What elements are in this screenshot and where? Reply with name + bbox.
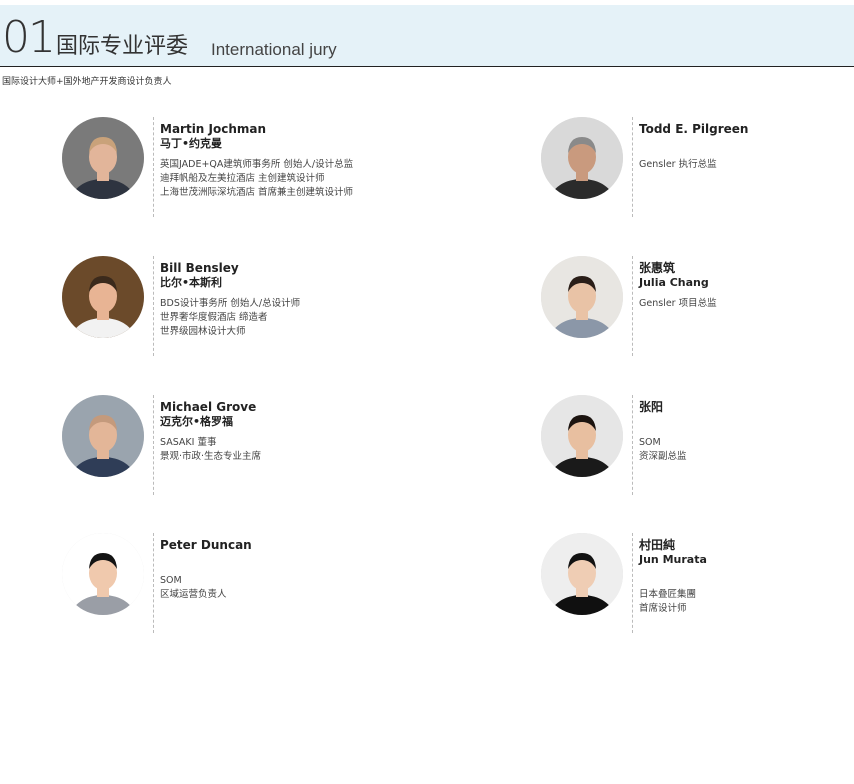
juror-description-line: BDS设计事务所 创始人/总设计师 bbox=[160, 298, 301, 309]
juror-description-line: SASAKI 董事 bbox=[160, 437, 217, 448]
juror-description: 英国JADE+QA建筑师事务所 创始人/设计总监 迪拜帆船及左美拉酒店 主创建筑设… bbox=[160, 158, 400, 200]
juror-portrait bbox=[62, 395, 144, 477]
juror-description-line: 迪拜帆船及左美拉酒店 主创建筑设计师 bbox=[160, 173, 325, 184]
card-divider bbox=[632, 533, 633, 633]
juror-card: Todd E. Pilgreen Gensler 执行总监 bbox=[541, 117, 854, 217]
juror-description-line: 上海世茂洲际深坑酒店 首席兼主创建筑设计师 bbox=[160, 187, 354, 198]
juror-card: Bill Bensley 比尔•本斯利 BDS设计事务所 创始人/总设计师 世界奢华度… bbox=[62, 256, 392, 356]
juror-name-secondary: 马丁•约克曼 bbox=[160, 137, 223, 150]
juror-description: SOM 区域运营负责人 bbox=[160, 574, 400, 602]
juror-card: Michael Grove 迈克尔•格罗福 SASAKI 董事景观·市政·生态专业主… bbox=[62, 395, 392, 495]
juror-description-line: 英国JADE+QA建筑师事务所 创始人/设计总监 bbox=[160, 159, 354, 170]
juror-card: Peter Duncan SOM 区域运营负责人 bbox=[62, 533, 392, 633]
juror-name-primary: Bill Bensley bbox=[160, 261, 239, 275]
juror-description-line: SOM bbox=[639, 437, 661, 448]
juror-description: SASAKI 董事景观·市政·生态专业主席 bbox=[160, 436, 400, 464]
juror-name-secondary bbox=[639, 137, 854, 151]
card-divider bbox=[153, 395, 154, 495]
juror-description-line: 首席设计师 bbox=[639, 603, 687, 614]
juror-name-primary: Peter Duncan bbox=[160, 538, 252, 552]
card-divider bbox=[153, 256, 154, 356]
juror-name-primary: Michael Grove bbox=[160, 400, 257, 414]
card-divider bbox=[632, 395, 633, 495]
juror-info: 张惠筑 Julia Chang Gensler 项目总监 bbox=[639, 261, 854, 311]
juror-info: Michael Grove 迈克尔•格罗福 SASAKI 董事景观·市政·生态专业主… bbox=[160, 400, 400, 464]
juror-card: 张惠筑 Julia Chang Gensler 项目总监 bbox=[541, 256, 854, 356]
juror-description-line bbox=[639, 574, 854, 588]
juror-info: Bill Bensley 比尔•本斯利 BDS设计事务所 创始人/总设计师 世界奢华度… bbox=[160, 261, 400, 339]
juror-name-primary: 张阳 bbox=[639, 400, 664, 414]
juror-card: Martin Jochman 马丁•约克曼英国JADE+QA建筑师事务所 创始人/… bbox=[62, 117, 392, 217]
juror-name-secondary: 迈克尔•格罗福 bbox=[160, 415, 234, 428]
juror-info: Martin Jochman 马丁•约克曼英国JADE+QA建筑师事务所 创始人/… bbox=[160, 122, 400, 200]
juror-description-line: 世界级园林设计大师 bbox=[160, 326, 246, 337]
juror-description: Gensler 项目总监 bbox=[639, 297, 854, 311]
juror-info: 张阳 SOM 资深副总监 bbox=[639, 400, 854, 464]
card-divider bbox=[153, 117, 154, 217]
juror-description-line: 日本叠匠集團 bbox=[639, 589, 697, 600]
juror-description-line: 区域运营负责人 bbox=[160, 589, 227, 600]
juror-portrait bbox=[541, 117, 623, 199]
juror-card: 张阳 SOM 资深副总监 bbox=[541, 395, 854, 495]
juror-portrait bbox=[62, 256, 144, 338]
juror-portrait bbox=[62, 117, 144, 199]
juror-portrait bbox=[541, 256, 623, 338]
juror-name-secondary bbox=[639, 415, 854, 429]
juror-description-line: 景观·市政·生态专业主席 bbox=[160, 451, 262, 462]
juror-info: Peter Duncan SOM 区域运营负责人 bbox=[160, 538, 400, 602]
juror-name-secondary: Julia Chang bbox=[639, 276, 709, 289]
section-title-cn: 国际专业评委 bbox=[56, 34, 189, 59]
juror-info: 村田純 Jun Murata 日本叠匠集團 首席设计师 bbox=[639, 538, 854, 616]
juror-description: SOM 资深副总监 bbox=[639, 436, 854, 464]
juror-description-line: Gensler 项目总监 bbox=[639, 298, 717, 309]
juror-description: BDS设计事务所 创始人/总设计师 世界奢华度假酒店 缔造者 世界级园林设计大师 bbox=[160, 297, 400, 339]
card-divider bbox=[632, 256, 633, 356]
juror-portrait bbox=[62, 533, 144, 615]
juror-description-line: 资深副总监 bbox=[639, 451, 687, 462]
section-title-en: International jury bbox=[211, 40, 337, 59]
juror-description-line: 世界奢华度假酒店 缔造者 bbox=[160, 312, 268, 323]
juror-name-primary: 张惠筑 bbox=[639, 261, 676, 275]
juror-portrait bbox=[541, 395, 623, 477]
juror-name-primary: Martin Jochman bbox=[160, 122, 267, 136]
juror-description-line: SOM bbox=[160, 575, 182, 586]
juror-name-primary: 村田純 bbox=[639, 538, 676, 552]
juror-name-secondary: Jun Murata bbox=[639, 553, 707, 566]
juror-description-line: Gensler 执行总监 bbox=[639, 159, 717, 170]
juror-info: Todd E. Pilgreen Gensler 执行总监 bbox=[639, 122, 854, 172]
section-number: 01 bbox=[2, 12, 56, 63]
juror-name-secondary bbox=[160, 553, 400, 567]
juror-portrait bbox=[541, 533, 623, 615]
section-header: 01 国际专业评委 International jury bbox=[0, 5, 854, 67]
juror-name-primary: Todd E. Pilgreen bbox=[639, 122, 749, 136]
juror-description: 日本叠匠集團 首席设计师 bbox=[639, 574, 854, 616]
juror-name-secondary: 比尔•本斯利 bbox=[160, 276, 223, 289]
juror-card: 村田純 Jun Murata 日本叠匠集團 首席设计师 bbox=[541, 533, 854, 633]
card-divider bbox=[153, 533, 154, 633]
section-subtitle: 国际设计大师+国外地产开发商设计负责人 bbox=[2, 77, 172, 87]
card-divider bbox=[632, 117, 633, 217]
juror-description: Gensler 执行总监 bbox=[639, 158, 854, 172]
